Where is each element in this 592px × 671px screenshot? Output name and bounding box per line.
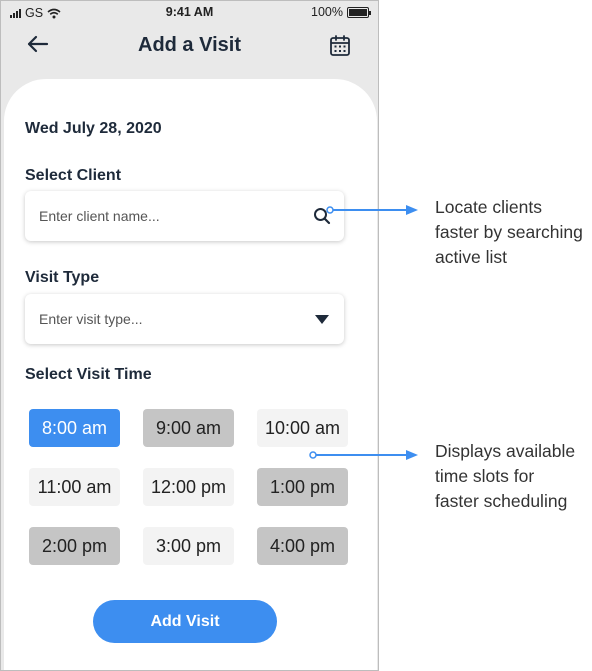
search-callout-arrow bbox=[326, 205, 418, 215]
annotation-arrows bbox=[309, 205, 418, 460]
slots-callout-arrow bbox=[309, 450, 418, 460]
